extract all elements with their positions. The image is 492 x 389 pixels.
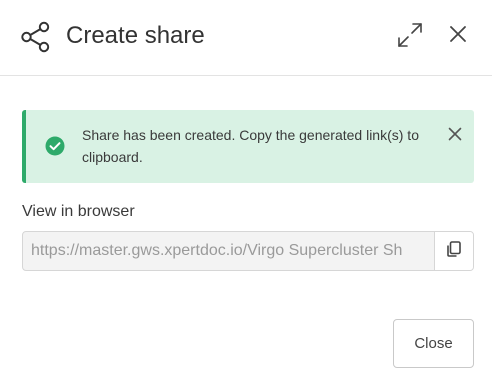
alert-close-button[interactable] <box>445 126 465 146</box>
dialog-title: Create share <box>66 22 205 49</box>
alert-message: Share has been created. Copy the generat… <box>82 127 419 165</box>
share-icon <box>20 21 52 53</box>
create-share-dialog: Create share Share has been created. Cop… <box>0 0 492 389</box>
share-url-field <box>22 231 474 271</box>
view-in-browser-label: View in browser <box>22 203 135 220</box>
dialog-close-button[interactable] <box>444 22 472 50</box>
close-button[interactable]: Close <box>393 319 474 368</box>
expand-icon <box>396 21 424 54</box>
copy-icon <box>445 240 463 263</box>
check-circle-icon <box>44 135 66 157</box>
close-icon <box>448 127 462 146</box>
dialog-header: Create share <box>0 0 492 76</box>
close-icon <box>449 25 467 48</box>
share-url-input[interactable] <box>23 232 434 270</box>
success-alert: Share has been created. Copy the generat… <box>22 110 474 183</box>
copy-button[interactable] <box>434 232 473 270</box>
expand-button[interactable] <box>393 20 427 54</box>
